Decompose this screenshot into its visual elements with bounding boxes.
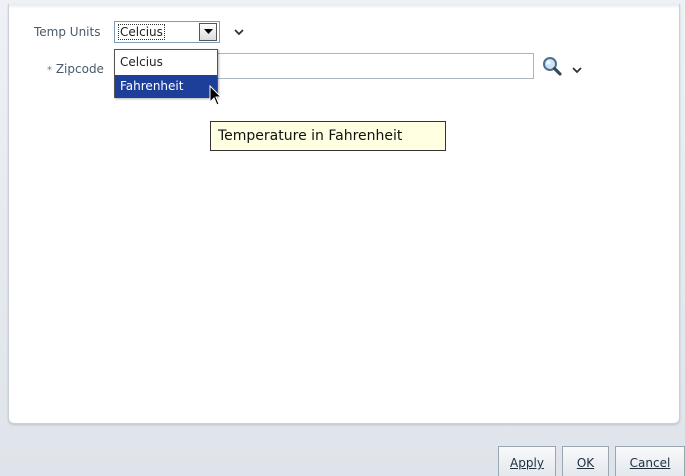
cancel-button[interactable]: Cancel [615, 446, 685, 476]
search-icon[interactable] [541, 55, 563, 77]
ok-button[interactable]: OK [562, 446, 609, 476]
temp-units-select[interactable]: Celcius [114, 21, 220, 43]
option-fahrenheit[interactable]: Fahrenheit [115, 75, 217, 98]
zipcode-label: * Zipcode [47, 62, 104, 76]
apply-button[interactable]: Apply [498, 446, 556, 476]
required-marker: * [47, 65, 52, 76]
temp-units-dropdown-list: Celcius Fahrenheit [114, 49, 218, 98]
panel-top-edge [9, 4, 679, 9]
temp-units-selected-value: Celcius [118, 24, 165, 40]
zipcode-label-text: Zipcode [55, 62, 104, 76]
tooltip: Temperature in Fahrenheit [210, 121, 446, 151]
mouse-pointer-icon [209, 85, 223, 106]
chevron-down-icon[interactable] [570, 63, 584, 77]
dialog-frame: Temp Units Celcius * Zipcode Celcius Fah… [0, 0, 685, 476]
option-celcius[interactable]: Celcius [115, 51, 217, 74]
apply-button-label: Apply [510, 456, 544, 470]
ok-button-label: OK [576, 456, 595, 470]
temp-units-label: Temp Units [34, 25, 101, 39]
cancel-button-label: Cancel [629, 456, 671, 470]
chevron-down-icon[interactable] [232, 25, 246, 39]
temp-units-dropdown-button[interactable] [199, 23, 217, 41]
triangle-down-icon [203, 29, 213, 34]
zipcode-input[interactable] [210, 53, 534, 79]
